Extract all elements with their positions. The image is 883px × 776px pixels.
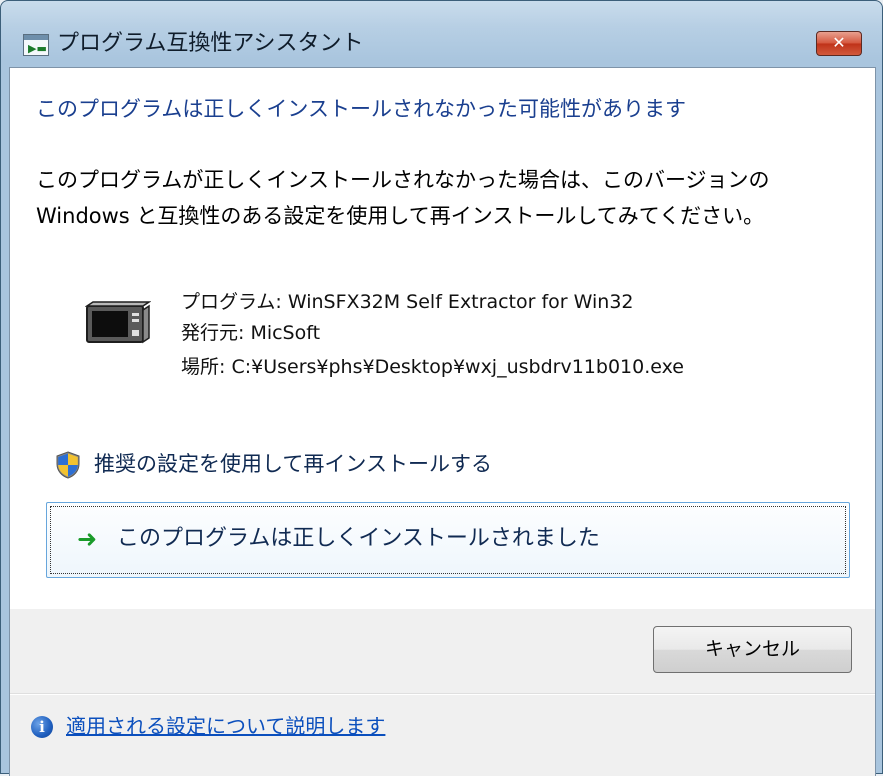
content-panel: このプログラムは正しくインストールされなかった可能性があります このプログラムが… [10, 68, 875, 609]
window-title: プログラム互換性アシスタント [57, 31, 364, 56]
close-button[interactable]: ✕ [816, 31, 862, 56]
installed-correctly-option[interactable]: ➜ このプログラムは正しくインストールされました [46, 502, 850, 578]
installed-correctly-label: このプログラムは正しくインストールされました [117, 526, 600, 551]
program-name: プログラム: WinSFX32M Self Extractor for Win3… [181, 291, 634, 313]
green-arrow-icon: ➜ [77, 525, 98, 553]
info-icon: i [31, 716, 53, 738]
settings-info-link[interactable]: 適用される設定について説明します [66, 711, 385, 741]
compatibility-assistant-icon: ▶▬ [23, 34, 49, 56]
message-text: このプログラムが正しくインストールされなかった場合は、このバージョンの Wind… [36, 168, 770, 228]
program-icon [85, 301, 151, 344]
main-instruction: このプログラムは正しくインストールされなかった可能性があります [36, 97, 686, 121]
title-bar[interactable]: ▶▬ プログラム互換性アシスタント ✕ [1, 1, 882, 67]
program-location: 場所: C:¥Users¥phs¥Desktop¥wxj_usbdrv11b01… [181, 356, 684, 378]
dialog-client-area: このプログラムは正しくインストールされなかった可能性があります このプログラムが… [9, 67, 876, 776]
cancel-button[interactable]: キャンセル [653, 626, 852, 673]
footer-divider-highlight [10, 694, 875, 695]
dialog-window: ▶▬ プログラム互換性アシスタント ✕ このプログラムは正しくインストールされな… [0, 0, 883, 776]
uac-shield-icon [56, 451, 80, 479]
publisher: 発行元: MicSoft [181, 322, 321, 344]
reinstall-recommended-option[interactable]: 推奨の設定を使用して再インストールする [94, 448, 492, 480]
